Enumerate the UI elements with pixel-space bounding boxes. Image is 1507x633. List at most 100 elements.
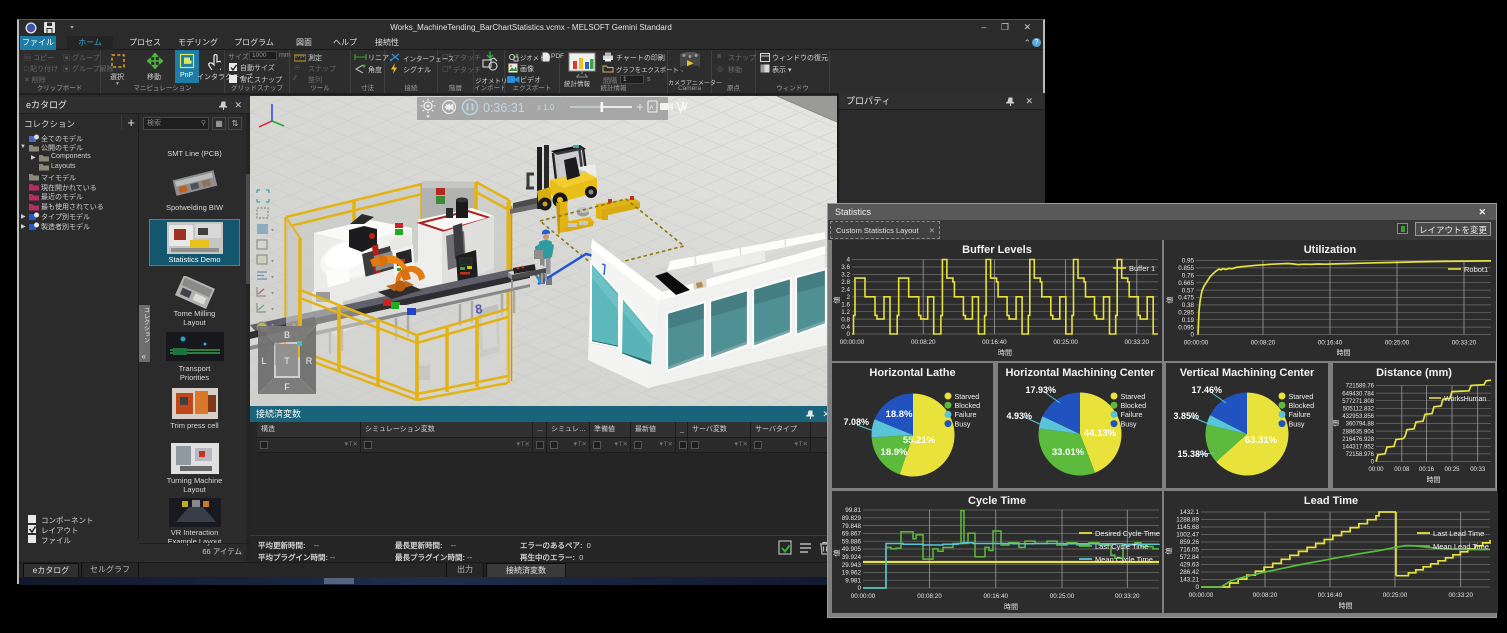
svg-text:288635.904: 288635.904 bbox=[1342, 429, 1374, 435]
svg-text:4.93%: 4.93% bbox=[1006, 411, 1032, 421]
svg-text:18.8%: 18.8% bbox=[886, 409, 913, 420]
svg-text:00:16:40: 00:16:40 bbox=[1318, 592, 1343, 599]
svg-text:00:16: 00:16 bbox=[1419, 467, 1435, 473]
svg-text:0: 0 bbox=[1195, 584, 1199, 591]
svg-text:時間: 時間 bbox=[1337, 349, 1351, 357]
svg-text:432953.856: 432953.856 bbox=[1342, 414, 1374, 420]
svg-text:2.8: 2.8 bbox=[841, 279, 850, 286]
svg-text:0.4: 0.4 bbox=[841, 324, 850, 331]
svg-text:00:33:20: 00:33:20 bbox=[1448, 592, 1473, 599]
svg-text:値: 値 bbox=[1164, 548, 1173, 555]
svg-text:1.2: 1.2 bbox=[841, 309, 850, 316]
svg-text:0: 0 bbox=[1190, 332, 1194, 339]
svg-text:00:25:00: 00:25:00 bbox=[1053, 339, 1078, 346]
svg-text:時間: 時間 bbox=[998, 349, 1012, 357]
svg-text:時間: 時間 bbox=[1004, 603, 1018, 611]
svg-text:39.924: 39.924 bbox=[842, 554, 862, 561]
svg-text:00:00: 00:00 bbox=[1368, 467, 1384, 473]
svg-text:29.943: 29.943 bbox=[842, 562, 862, 569]
svg-text:3.6: 3.6 bbox=[841, 264, 850, 271]
svg-text:19.962: 19.962 bbox=[842, 570, 862, 577]
svg-text:Mean Lead Time: Mean Lead Time bbox=[1433, 542, 1489, 551]
svg-text:R: R bbox=[306, 356, 313, 366]
svg-text:0.8: 0.8 bbox=[841, 316, 850, 323]
svg-text:69.867: 69.867 bbox=[842, 531, 862, 538]
svg-text:00:33:20: 00:33:20 bbox=[1115, 593, 1140, 600]
svg-text:2: 2 bbox=[846, 294, 850, 301]
svg-text:44.13%: 44.13% bbox=[1084, 428, 1117, 439]
svg-text:17.46%: 17.46% bbox=[1191, 385, 1222, 395]
svg-text:0.095: 0.095 bbox=[1178, 324, 1194, 331]
svg-text:Starved: Starved bbox=[1289, 392, 1314, 401]
svg-text:00:16:40: 00:16:40 bbox=[982, 339, 1007, 346]
svg-text:Blocked: Blocked bbox=[955, 401, 981, 410]
svg-text:2.4: 2.4 bbox=[841, 287, 850, 294]
svg-text:Failure: Failure bbox=[1289, 410, 1311, 419]
svg-text:00:33: 00:33 bbox=[1470, 467, 1486, 473]
svg-text:Buffer Levels: Buffer Levels bbox=[962, 244, 1032, 256]
svg-text:00:08:20: 00:08:20 bbox=[911, 339, 936, 346]
svg-text:1.6: 1.6 bbox=[841, 301, 850, 308]
svg-text:Horizontal Machining Center: Horizontal Machining Center bbox=[1005, 367, 1155, 379]
svg-text:00:33:20: 00:33:20 bbox=[1125, 339, 1150, 346]
svg-text:00:16:40: 00:16:40 bbox=[984, 593, 1009, 600]
svg-text:72158.976: 72158.976 bbox=[1346, 452, 1375, 458]
svg-text:Blocked: Blocked bbox=[1121, 401, 1147, 410]
svg-text:Cycle Time: Cycle Time bbox=[968, 495, 1026, 507]
svg-text:0.665: 0.665 bbox=[1178, 280, 1194, 287]
svg-text:B: B bbox=[284, 330, 290, 340]
svg-text:4: 4 bbox=[846, 257, 850, 264]
svg-text:286.42: 286.42 bbox=[1180, 569, 1200, 576]
svg-text:Mean Cycle Time: Mean Cycle Time bbox=[1095, 555, 1153, 564]
svg-text:Utilization: Utilization bbox=[1304, 244, 1357, 256]
svg-text:15.38%: 15.38% bbox=[1177, 449, 1208, 459]
svg-text:1432.1: 1432.1 bbox=[1180, 509, 1200, 516]
svg-text:0: 0 bbox=[857, 585, 861, 592]
svg-text:63.31%: 63.31% bbox=[1245, 435, 1278, 446]
svg-text:0.19: 0.19 bbox=[1182, 317, 1195, 324]
svg-text:値: 値 bbox=[832, 297, 841, 304]
svg-text:x 1.0: x 1.0 bbox=[537, 103, 555, 112]
svg-text:0.95: 0.95 bbox=[1182, 258, 1195, 265]
svg-text:00:00:00: 00:00:00 bbox=[1184, 340, 1209, 347]
svg-text:時間: 時間 bbox=[1339, 602, 1353, 610]
svg-text:00:00:00: 00:00:00 bbox=[1189, 592, 1214, 599]
svg-text:1288.89: 1288.89 bbox=[1176, 517, 1199, 524]
svg-text:143.21: 143.21 bbox=[1180, 577, 1200, 584]
svg-text:00:08:20: 00:08:20 bbox=[1253, 592, 1278, 599]
svg-text:Starved: Starved bbox=[1121, 392, 1146, 401]
svg-text:716.05: 716.05 bbox=[1180, 547, 1200, 554]
svg-text:144317.952: 144317.952 bbox=[1342, 445, 1374, 451]
svg-text:360794.88: 360794.88 bbox=[1346, 422, 1375, 428]
svg-text:Last Lead Time: Last Lead Time bbox=[1433, 529, 1484, 538]
svg-text:3.2: 3.2 bbox=[841, 272, 850, 279]
svg-text:WorksHuman: WorksHuman bbox=[1444, 396, 1486, 403]
svg-text:00:08:20: 00:08:20 bbox=[1251, 340, 1276, 347]
svg-text:Horizontal Lathe: Horizontal Lathe bbox=[869, 367, 955, 379]
svg-text:89.829: 89.829 bbox=[842, 515, 862, 522]
svg-text:値: 値 bbox=[1333, 420, 1340, 427]
svg-text:Failure: Failure bbox=[1121, 410, 1143, 419]
svg-text:0.285: 0.285 bbox=[1178, 310, 1194, 317]
svg-text:Buffer 1: Buffer 1 bbox=[1129, 264, 1155, 273]
svg-text:859.26: 859.26 bbox=[1180, 539, 1200, 546]
svg-text:F: F bbox=[284, 382, 290, 392]
svg-text:577271.808: 577271.808 bbox=[1342, 399, 1374, 405]
svg-text:1145.68: 1145.68 bbox=[1177, 524, 1200, 531]
svg-text:時間: 時間 bbox=[1427, 476, 1441, 484]
svg-text:Last Cycle Time: Last Cycle Time bbox=[1095, 542, 1148, 551]
svg-text:00:25:00: 00:25:00 bbox=[1050, 593, 1075, 600]
svg-text:値: 値 bbox=[832, 550, 841, 557]
svg-text:Starved: Starved bbox=[955, 392, 980, 401]
svg-text:7.08%: 7.08% bbox=[843, 417, 869, 427]
svg-text:T: T bbox=[284, 356, 290, 366]
svg-text:0.38: 0.38 bbox=[1182, 302, 1195, 309]
svg-text:A: A bbox=[650, 106, 654, 112]
svg-text:0:36:31: 0:36:31 bbox=[483, 101, 525, 115]
svg-text:18.9%: 18.9% bbox=[881, 447, 908, 458]
svg-text:00:25: 00:25 bbox=[1444, 467, 1460, 473]
svg-text:00:08:20: 00:08:20 bbox=[917, 593, 942, 600]
svg-text:0.855: 0.855 bbox=[1178, 265, 1194, 272]
svg-text:Distance (mm): Distance (mm) bbox=[1376, 367, 1452, 379]
svg-text:721589.76: 721589.76 bbox=[1346, 384, 1375, 390]
